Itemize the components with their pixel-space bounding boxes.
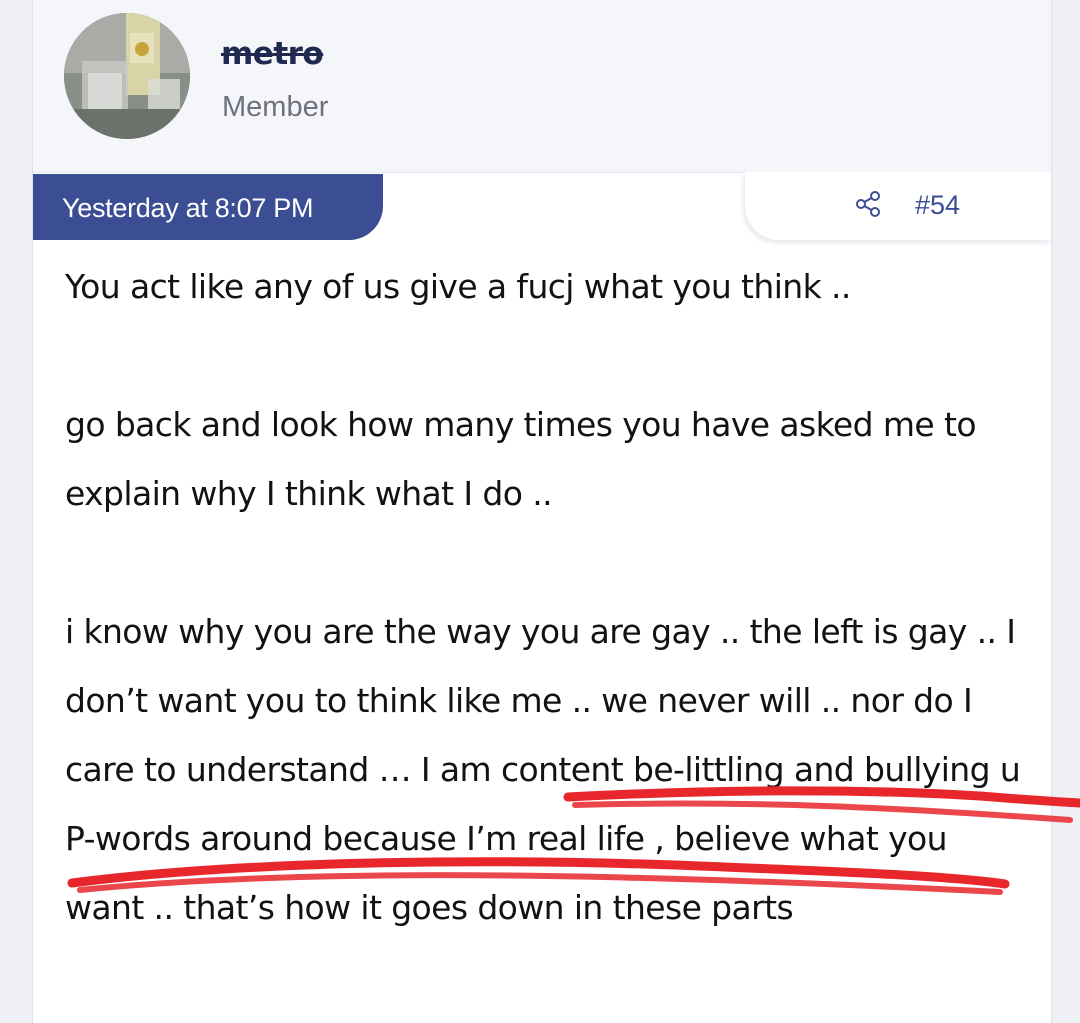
post-card: metro Member Yesterday at 8:07 PM #54 Yo… bbox=[32, 0, 1052, 1023]
username[interactable]: metro bbox=[221, 36, 324, 72]
post-date-tab[interactable]: Yesterday at 8:07 PM bbox=[33, 174, 383, 240]
share-icon[interactable] bbox=[853, 189, 883, 219]
post-paragraph: You act like any of us give a fucj what … bbox=[65, 267, 851, 306]
user-header: metro Member bbox=[33, 0, 1051, 173]
avatar[interactable] bbox=[64, 13, 190, 139]
user-title: Member bbox=[222, 91, 329, 123]
post-body: You act like any of us give a fucj what … bbox=[65, 252, 1025, 942]
page: metro Member Yesterday at 8:07 PM #54 Yo… bbox=[0, 0, 1080, 1023]
post-paragraph: i know why you are the way you are gay .… bbox=[65, 612, 1021, 927]
post-actions: #54 bbox=[745, 172, 1051, 240]
post-paragraph: go back and look how many times you have… bbox=[65, 405, 977, 513]
post-timestamp[interactable]: Yesterday at 8:07 PM bbox=[62, 193, 313, 224]
post-number-link[interactable]: #54 bbox=[915, 190, 960, 221]
